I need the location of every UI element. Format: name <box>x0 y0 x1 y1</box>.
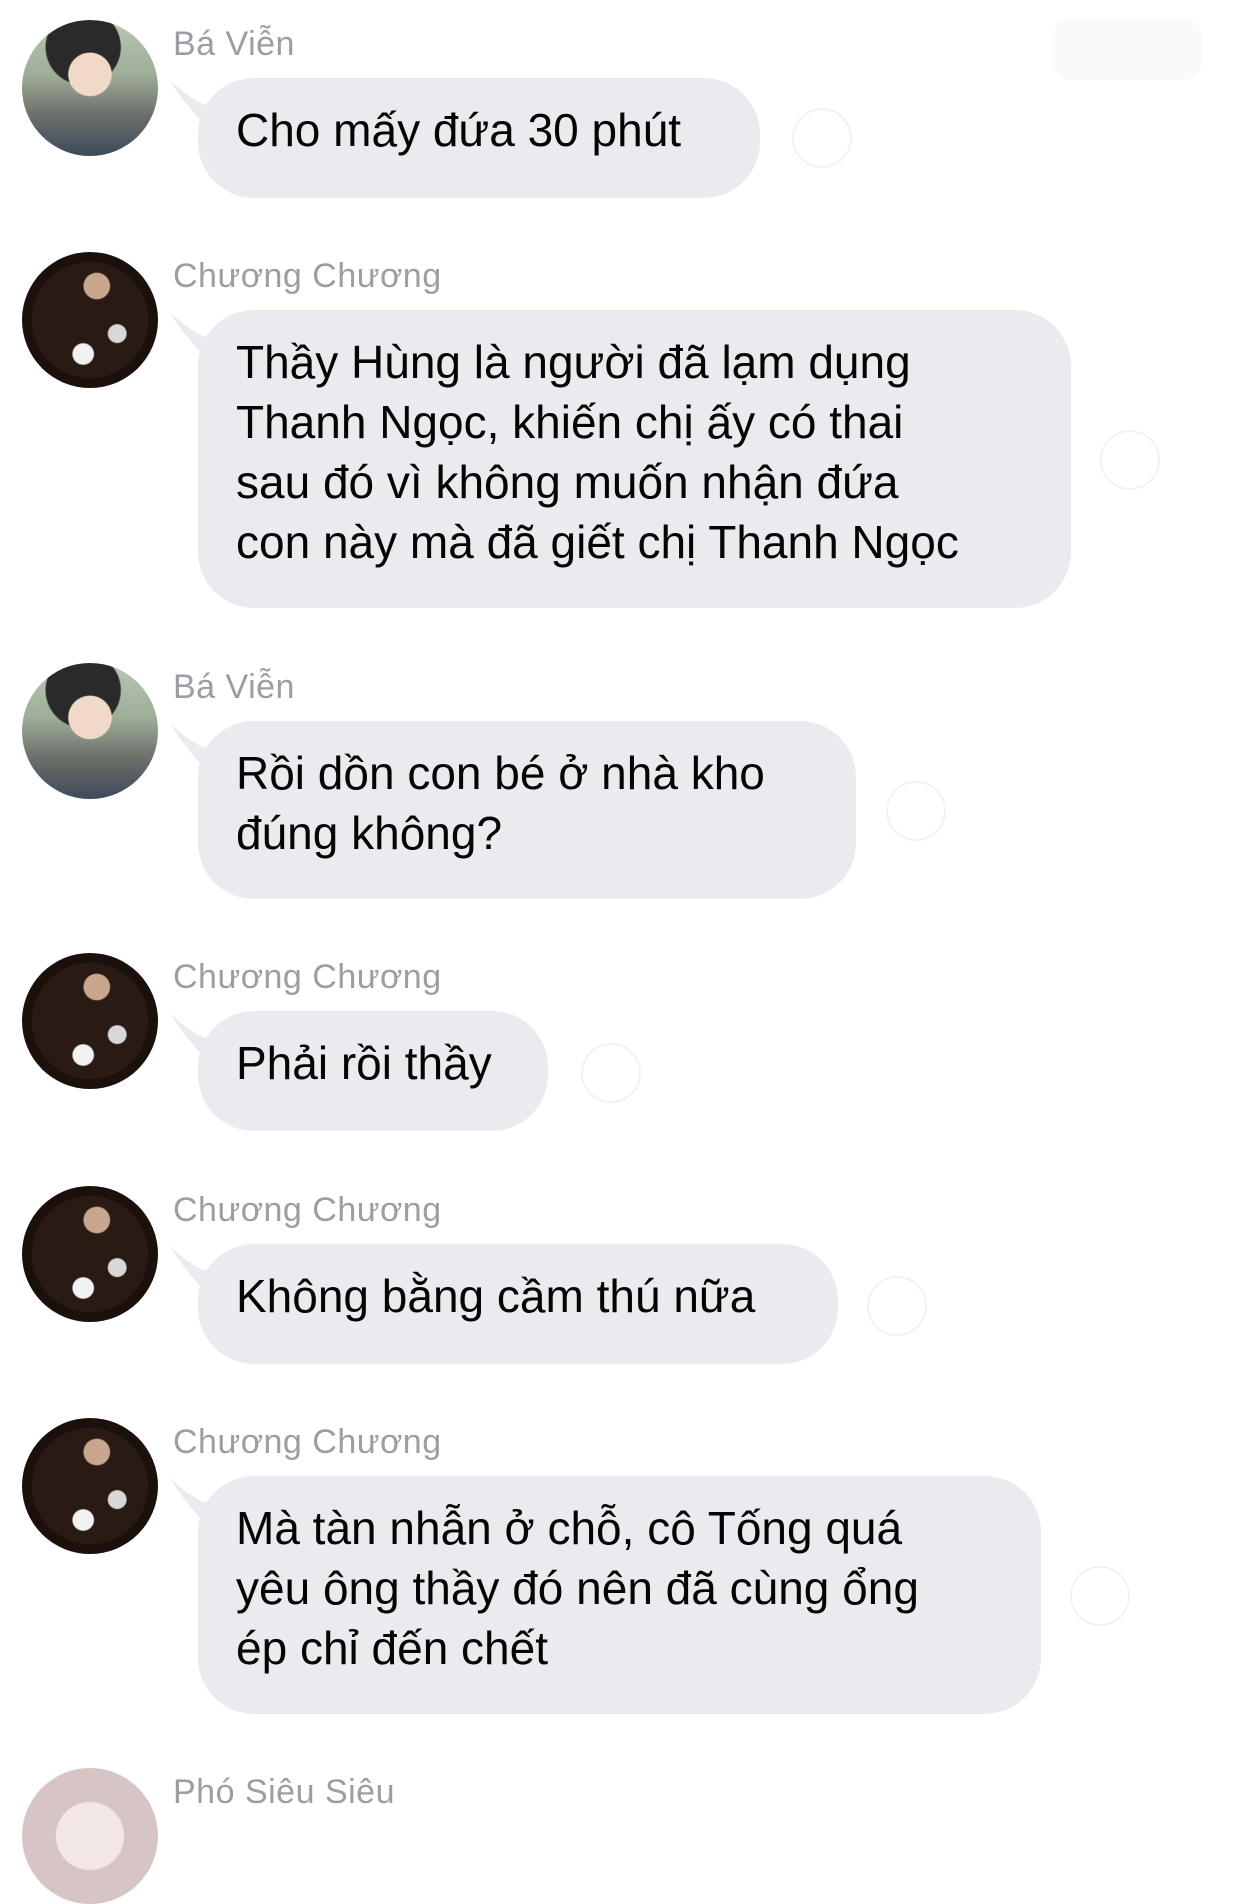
avatar-ba-vien[interactable] <box>22 663 158 799</box>
message-bubble[interactable]: Phải rồi thầy <box>170 1011 548 1131</box>
avatar-chuong-chuong[interactable] <box>22 953 158 1089</box>
message-text-line: ép chỉ đến chết <box>236 1622 549 1674</box>
avatar-ba-vien[interactable] <box>22 20 158 156</box>
reaction-icon[interactable] <box>886 781 946 841</box>
message-text: Phải rồi thầy <box>236 1037 492 1089</box>
sender-name: Chương Chương <box>173 1423 442 1461</box>
message-text-line: yêu ông thầy đó nên đã cùng ổng <box>236 1562 919 1614</box>
reaction-icon[interactable] <box>1100 430 1160 490</box>
avatar-chuong-chuong[interactable] <box>22 1186 158 1322</box>
message-text: Cho mấy đứa 30 phút <box>236 104 682 156</box>
bubble-tail <box>170 1478 230 1518</box>
bubble-tail <box>170 80 230 120</box>
reaction-icon[interactable] <box>792 108 852 168</box>
message-bubble[interactable]: Không bằng cầm thú nữa <box>170 1244 838 1364</box>
message-text-line: Rồi dồn con bé ở nhà kho <box>236 747 765 799</box>
avatar-chuong-chuong[interactable] <box>22 1418 158 1554</box>
bubble-tail <box>170 312 230 352</box>
message-text-line: Thanh Ngọc, khiến chị ấy có thai <box>236 396 904 448</box>
reaction-icon[interactable] <box>867 1276 927 1336</box>
sender-name: Chương Chương <box>173 257 442 295</box>
reaction-icon[interactable] <box>581 1043 641 1103</box>
message-bubble[interactable]: Rồi dồn con bé ở nhà kho đúng không? <box>170 721 856 899</box>
message-text: Không bằng cầm thú nữa <box>236 1270 756 1322</box>
sender-name: Bá Viễn <box>173 668 295 706</box>
message-bubble[interactable]: Cho mấy đứa 30 phút <box>170 78 760 198</box>
sender-name: Phó Siêu Siêu <box>173 1773 395 1811</box>
bubble-tail <box>170 723 230 763</box>
reaction-icon[interactable] <box>1070 1566 1130 1626</box>
chat-thread[interactable]: Bá Viễn Cho mấy đứa 30 phút Chương Chươn… <box>0 0 1242 1904</box>
sender-name: Chương Chương <box>173 958 442 996</box>
sender-name: Chương Chương <box>173 1191 442 1229</box>
message-text-line: con này mà đã giết chị Thanh Ngọc <box>236 516 959 568</box>
avatar-pho-sieu-sieu[interactable] <box>22 1768 158 1904</box>
message-bubble[interactable]: Thầy Hùng là người đã lạm dụng Thanh Ngọ… <box>170 310 1071 608</box>
message-text-line: sau đó vì không muốn nhận đứa <box>236 456 899 508</box>
bubble-tail <box>170 1246 230 1286</box>
faded-overlay <box>1052 18 1202 80</box>
message-bubble[interactable]: Mà tàn nhẫn ở chỗ, cô Tống quá yêu ông t… <box>170 1476 1041 1714</box>
message-text-line: đúng không? <box>236 807 503 859</box>
bubble-tail <box>170 1013 230 1053</box>
message-text-line: Thầy Hùng là người đã lạm dụng <box>236 336 911 388</box>
message-text-line: Mà tàn nhẫn ở chỗ, cô Tống quá <box>236 1502 903 1554</box>
avatar-chuong-chuong[interactable] <box>22 252 158 388</box>
sender-name: Bá Viễn <box>173 25 295 63</box>
